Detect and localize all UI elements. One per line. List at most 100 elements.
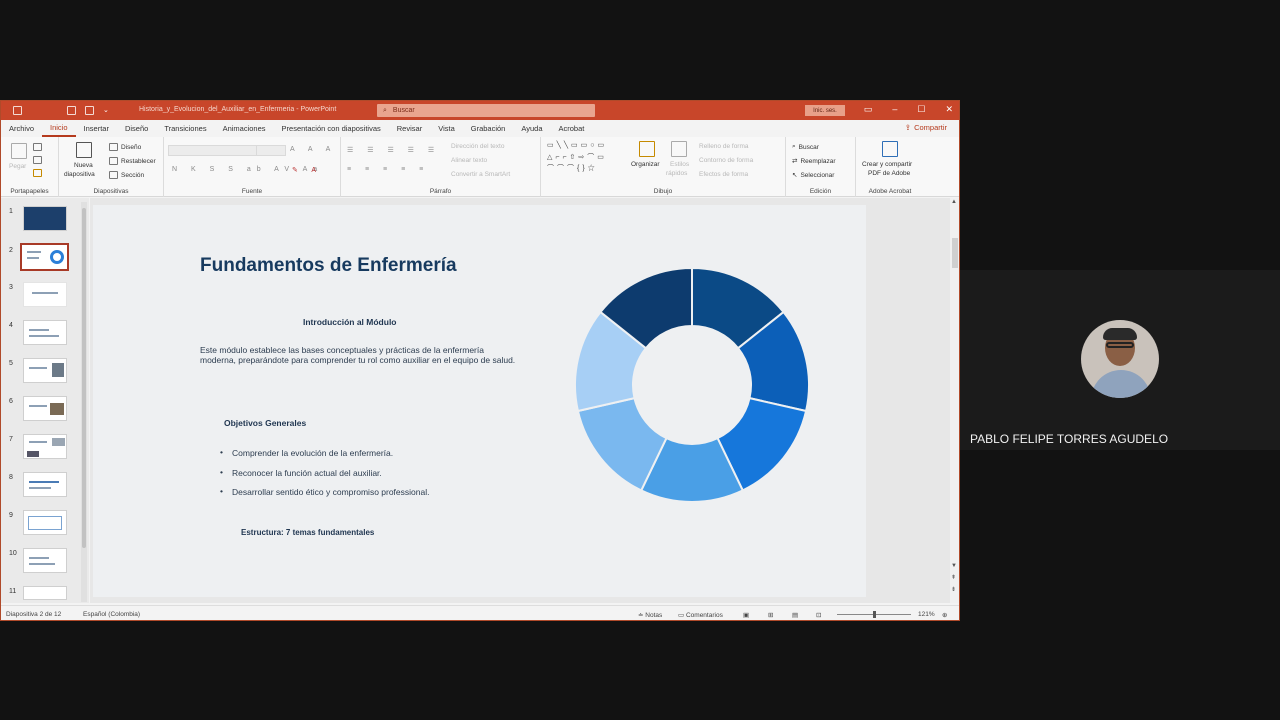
font-color-buttons[interactable]: ✎ A [292, 166, 322, 174]
thumbnail-slide-10[interactable]: 10 [1, 548, 89, 578]
thumbnail-scroll-thumb[interactable] [82, 208, 86, 548]
maximize-icon[interactable]: ☐ [917, 104, 925, 115]
thumbnail-scrollbar[interactable] [81, 202, 87, 602]
objectives-heading[interactable]: Objetivos Generales [224, 418, 306, 428]
ribbon-display-icon[interactable]: ▭ [864, 104, 873, 115]
thumbnail-slide-5[interactable]: 5 [1, 358, 89, 388]
notes-button[interactable]: ≐ Notas [638, 611, 662, 619]
customize-icon[interactable]: ⌄ [103, 106, 112, 115]
replace-button[interactable]: ⇄ Reemplazar [792, 157, 836, 166]
thumbnail-slide-8[interactable]: 8 [1, 472, 89, 502]
quick-styles-icon[interactable] [671, 141, 687, 157]
tab-ayuda[interactable]: Ayuda [513, 120, 550, 137]
tab-animaciones[interactable]: Animaciones [215, 120, 274, 137]
prev-slide-icon[interactable]: ⇞ [951, 574, 956, 581]
thumbnail-slide-1[interactable]: 1 [1, 206, 89, 236]
next-slide-icon[interactable]: ⇟ [951, 586, 956, 593]
section-button[interactable]: Sección [109, 171, 144, 179]
signin-button[interactable]: Inic. ses. [805, 105, 845, 116]
reading-view-icon[interactable]: ▤ [792, 611, 798, 619]
align-text-button[interactable]: Alinear texto [451, 157, 487, 164]
smartart-button[interactable]: Convertir a SmartArt [451, 171, 510, 178]
search-box[interactable]: ⌕ Buscar [377, 104, 595, 117]
tab-presentacion[interactable]: Presentación con diapositivas [274, 120, 389, 137]
slideshow-icon[interactable]: ⊡ [816, 611, 821, 619]
intro-paragraph[interactable]: Este módulo establece las bases conceptu… [200, 345, 520, 365]
find-button[interactable]: ⌕ Buscar [792, 143, 819, 151]
share-button[interactable]: ⇪ Compartir [905, 123, 947, 132]
objective-item[interactable]: Comprender la evolución de la enfermería… [220, 447, 429, 468]
language-indicator[interactable]: Español (Colombia) [83, 611, 140, 618]
save-icon[interactable] [67, 106, 76, 115]
normal-view-icon[interactable]: ▣ [743, 611, 749, 619]
select-button[interactable]: ↖ Seleccionar [792, 171, 834, 180]
paste-button[interactable]: Pegar [9, 163, 26, 170]
tab-revisar[interactable]: Revisar [389, 120, 430, 137]
comments-button[interactable]: ▭ Comentarios [678, 611, 723, 619]
tab-archivo[interactable]: Archivo [1, 120, 42, 137]
thumbnail-slide-9[interactable]: 9 [1, 510, 89, 540]
acrobat-pdf-icon[interactable] [882, 141, 898, 157]
align-buttons[interactable]: ≡ ≡ ≡ ≡ ≡ [347, 166, 429, 173]
present-icon[interactable] [85, 106, 94, 115]
minimize-icon[interactable]: – [892, 104, 897, 115]
tab-vista[interactable]: Vista [430, 120, 463, 137]
thumbnail-slide-2[interactable]: 2 [1, 243, 89, 275]
slide-title[interactable]: Fundamentos de Enfermería [200, 255, 457, 277]
copy-icon[interactable] [33, 156, 42, 164]
cut-icon[interactable] [33, 143, 42, 151]
objective-item[interactable]: Desarrollar sentido ético y compromiso p… [220, 486, 429, 507]
tab-acrobat[interactable]: Acrobat [551, 120, 593, 137]
arrange-button[interactable]: Organizar [631, 161, 660, 168]
scroll-up-icon[interactable]: ▲ [951, 199, 957, 205]
tab-grabacion[interactable]: Grabación [463, 120, 514, 137]
shapes-gallery[interactable]: ▭╲╲▭▭○▭ [547, 141, 607, 149]
shape-outline-button[interactable]: Contorno de forma [699, 157, 753, 164]
objective-item[interactable]: Reconocer la función actual del auxiliar… [220, 467, 429, 488]
shapes-gallery-row2[interactable]: △⌐⌐⇧⇨⌒▭ [547, 152, 607, 162]
create-pdf-label-2[interactable]: PDF de Adobe [868, 170, 910, 177]
tab-transiciones[interactable]: Transiciones [156, 120, 214, 137]
arrange-icon[interactable] [639, 141, 655, 157]
thumbnail-slide-4[interactable]: 4 [1, 320, 89, 350]
zoom-slider-knob[interactable] [873, 611, 876, 618]
new-slide-label-2[interactable]: diapositiva [64, 171, 95, 178]
thumbnail-slide-3[interactable]: 3 [1, 282, 89, 312]
fit-to-window-icon[interactable]: ⊕ [942, 611, 947, 619]
quick-styles-label-1[interactable]: Estilos [670, 161, 689, 168]
close-icon[interactable]: ✕ [945, 104, 953, 115]
editor-scroll-thumb[interactable] [952, 238, 958, 268]
tab-inicio[interactable]: Inicio [42, 120, 76, 137]
structure-text[interactable]: Estructura: 7 temas fundamentales [241, 528, 374, 537]
font-size-buttons[interactable]: A A A [290, 146, 336, 153]
new-slide-icon[interactable] [76, 142, 92, 158]
slide[interactable]: Fundamentos de Enfermería Introducción a… [93, 205, 866, 617]
shapes-gallery-row3[interactable]: ⌒⌒⌒{}☆ [547, 163, 598, 173]
tab-diseno[interactable]: Diseño [117, 120, 156, 137]
thumbnail-slide-7[interactable]: 7 [1, 434, 89, 464]
scroll-down-icon[interactable]: ▼ [951, 563, 957, 569]
format-painter-icon[interactable] [33, 169, 42, 177]
thumbnail-slide-6[interactable]: 6 [1, 396, 89, 426]
layout-button[interactable]: Diseño [109, 143, 141, 151]
zoom-level[interactable]: 121% [918, 611, 935, 618]
tab-insertar[interactable]: Insertar [76, 120, 117, 137]
donut-chart[interactable] [575, 268, 809, 502]
create-pdf-label-1[interactable]: Crear y compartir [862, 161, 912, 168]
shape-fill-button[interactable]: Relleno de forma [699, 143, 749, 150]
editor-scrollbar[interactable]: ▲ ▼ ⇞ ⇟ [950, 198, 959, 603]
slide-sorter-icon[interactable]: ⊞ [768, 611, 773, 619]
intro-heading[interactable]: Introducción al Módulo [303, 317, 397, 327]
list-buttons[interactable]: ☰ ☰ ☰ ☰ ☰ [347, 146, 440, 154]
text-direction-button[interactable]: Dirección del texto [451, 143, 504, 150]
shape-effects-button[interactable]: Efectos de forma [699, 171, 748, 178]
new-slide-label-1[interactable]: Nueva [74, 162, 93, 169]
zoom-slider[interactable] [837, 611, 911, 618]
slide-thumbnail-pane: 1 2 3 4 5 6 7 8 9 10 11 [1, 198, 89, 603]
quick-styles-label-2[interactable]: rápidos [666, 170, 687, 177]
reset-button[interactable]: Restablecer [109, 157, 156, 165]
objectives-list[interactable]: Comprender la evolución de la enfermería… [220, 447, 429, 507]
autosave-icon[interactable] [13, 106, 22, 115]
paste-icon[interactable] [11, 143, 27, 159]
font-size-select[interactable] [256, 145, 286, 156]
